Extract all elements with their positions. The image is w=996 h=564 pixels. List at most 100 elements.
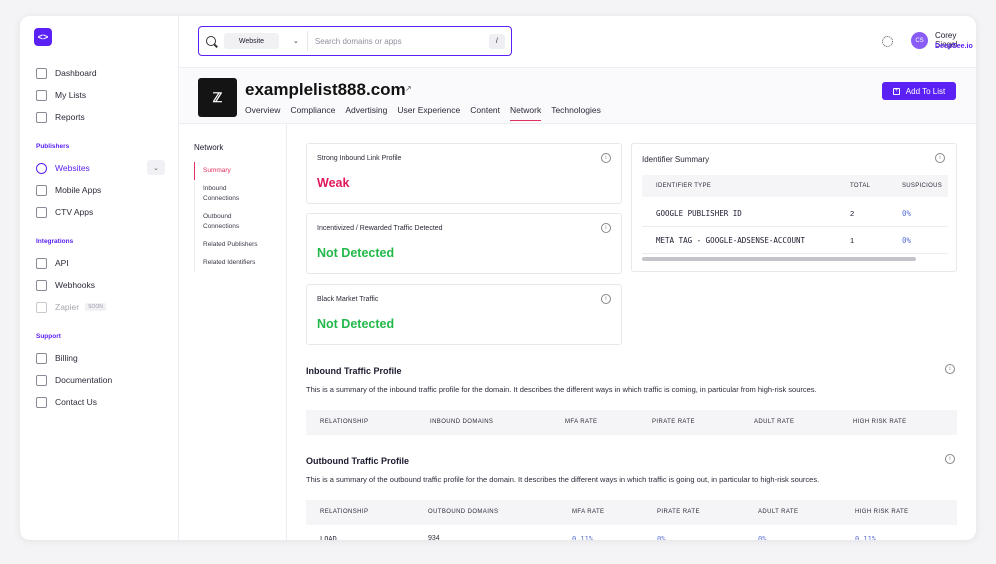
incentivized-traffic-card: Incentivized / Rewarded Traffic Detected… [306,213,622,274]
billing-icon [36,352,47,364]
card-title: Black Market Traffic [317,296,379,303]
inbound-section-title: Inbound Traffic Profile [306,366,402,376]
app-logo[interactable]: <> [34,28,52,46]
tab-content[interactable]: Content [470,105,500,121]
info-icon[interactable]: i [601,153,611,163]
identifier-total: 1 [850,235,855,245]
sidebar-item-reports[interactable]: Reports [36,108,85,126]
info-icon[interactable]: i [945,364,955,374]
table-row[interactable]: LOAD 934 0.11% 0% 0% 0.11% [306,529,957,540]
inbound-table-header: RELATIONSHIP INBOUND DOMAINS MFA RATE PI… [306,410,957,435]
network-subnav: Network Summary Inbound Connections Outb… [179,124,287,540]
inbound-link-card: Strong Inbound Link Profile i Weak [306,143,622,204]
dashboard-icon [36,67,47,79]
zapier-icon [36,301,47,313]
column-header: IDENTIFIER TYPE [656,183,712,189]
sidebar-item-api[interactable]: API [36,254,69,272]
card-title: Identifier Summary [642,155,710,164]
sidebar-item-mobile-apps[interactable]: Mobile Apps [36,181,101,199]
tab-user-experience[interactable]: User Experience [397,105,460,121]
adult-cell: 0% [758,535,767,540]
horizontal-scrollbar[interactable] [642,257,916,261]
card-title: Incentivized / Rewarded Traffic Detected [317,225,443,232]
page-title: examplelist888.com [245,80,406,99]
websites-expand-toggle[interactable]: ⌄ [147,160,165,175]
tab-advertising[interactable]: Advertising [345,105,387,121]
subnav-item-inbound-connections[interactable]: Inbound Connections [195,180,247,208]
soon-badge: SOON [85,303,106,311]
identifier-table-header: IDENTIFIER TYPE TOTAL SUSPICIOUS [642,175,948,197]
subnav-item-related-publishers[interactable]: Related Publishers [195,236,276,254]
tab-compliance[interactable]: Compliance [290,105,335,121]
column-header: RELATIONSHIP [320,509,369,515]
sidebar-item-webhooks[interactable]: Webhooks [36,276,95,294]
subnav-title: Network [194,143,224,152]
column-header: ADULT RATE [758,509,799,515]
sidebar-item-zapier: Zapier SOON [36,298,106,316]
external-link-icon[interactable]: ↗ [405,84,412,93]
column-header: MFA RATE [572,509,605,515]
divider [306,31,308,51]
plus-icon: + [892,87,900,95]
sidebar-item-websites[interactable]: Websites [36,159,90,177]
column-header: RELATIONSHIP [320,419,369,425]
sidebar-item-contact-us[interactable]: Contact Us [36,393,97,411]
avatar[interactable]: CS [911,32,928,49]
column-header: SUSPICIOUS [902,183,943,189]
mobile-icon [36,184,47,196]
inbound-section-description: This is a summary of the inbound traffic… [306,385,817,394]
identifier-type: META TAG - GOOGLE-ADSENSE-ACCOUNT [656,235,806,245]
tab-technologies[interactable]: Technologies [551,105,601,121]
high-risk-cell: 0.11% [855,535,877,540]
identifier-total: 2 [850,208,855,218]
pirate-cell: 0% [657,535,666,540]
chevron-down-icon[interactable]: ⌄ [293,37,299,45]
sidebar-item-ctv-apps[interactable]: CTV Apps [36,203,93,221]
globe-icon [36,162,47,174]
tab-overview[interactable]: Overview [245,105,280,121]
column-header: TOTAL [850,183,871,189]
keyboard-shortcut-hint: / [488,33,505,49]
search-box[interactable]: Website ⌄ / [198,26,512,56]
table-row[interactable]: META TAG - GOOGLE-ADSENSE-ACCOUNT 1 0% [642,227,948,254]
subnav-item-outbound-connections[interactable]: Outbound Connections [195,208,247,236]
tab-network[interactable]: Network [510,105,542,121]
mfa-cell: 0.11% [572,535,594,540]
column-header: HIGH RISK RATE [853,419,907,425]
card-title: Strong Inbound Link Profile [317,155,402,162]
sidebar-item-my-lists[interactable]: My Lists [36,86,86,104]
column-header: MFA RATE [565,419,598,425]
status-value: Not Detected [317,317,395,331]
subnav-item-summary[interactable]: Summary [194,162,276,180]
identifier-suspicious: 0% [902,235,912,245]
webhook-icon [36,279,47,291]
domain-logo: ℤ [198,78,237,117]
list-icon [36,89,47,101]
table-row[interactable]: GOOGLE PUBLISHER ID 2 0% [642,200,948,227]
status-value: Weak [317,176,350,190]
search-scope-select[interactable]: Website [224,33,279,49]
info-icon[interactable]: i [601,294,611,304]
tv-icon [36,206,47,218]
domains-cell: 934 [428,535,440,540]
sidebar: <> Dashboard My Lists Reports Publishers… [20,16,179,540]
sidebar-item-documentation[interactable]: Documentation [36,371,112,389]
identifier-type: GOOGLE PUBLISHER ID [656,208,742,218]
docs-icon [36,374,47,386]
subnav-item-related-identifiers[interactable]: Related Identifiers [195,254,276,272]
domain-tabs: Overview Compliance Advertising User Exp… [245,105,611,121]
sidebar-item-billing[interactable]: Billing [36,349,78,367]
publishers-section-label: Publishers [36,143,70,150]
info-icon[interactable]: i [601,223,611,233]
info-icon[interactable]: i [935,153,945,163]
identifier-summary-card: Identifier Summary i IDENTIFIER TYPE TOT… [631,143,957,272]
theme-toggle-icon[interactable] [882,36,893,47]
column-header: PIRATE RATE [657,509,700,515]
add-to-list-button[interactable]: + Add To List [882,82,956,100]
search-input[interactable] [314,36,485,46]
info-icon[interactable]: i [945,454,955,464]
relationship-cell: LOAD [320,535,337,540]
column-header: PIRATE RATE [652,419,695,425]
outbound-section-title: Outbound Traffic Profile [306,456,409,466]
sidebar-item-dashboard[interactable]: Dashboard [36,64,97,82]
